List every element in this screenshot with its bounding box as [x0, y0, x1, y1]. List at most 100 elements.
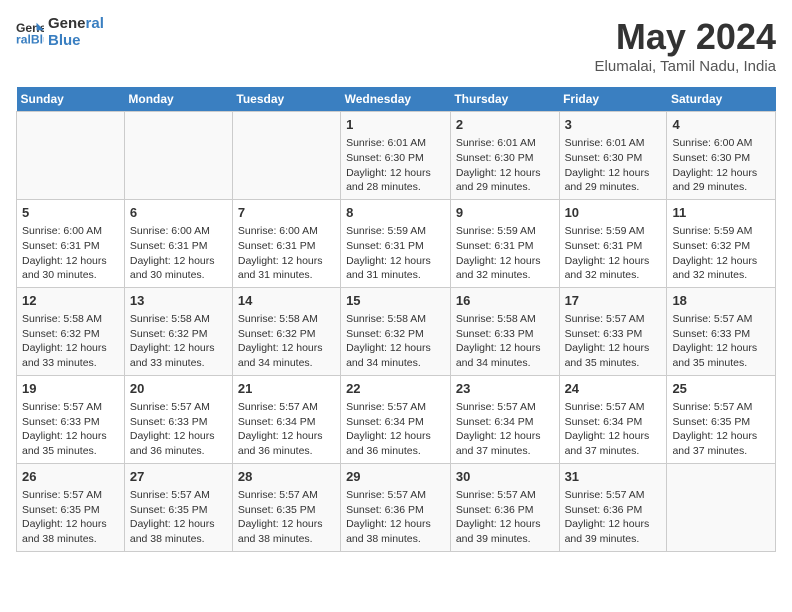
cell-content: Sunset: 6:34 PM	[456, 415, 554, 430]
logo: Gene ral Blue General Blue	[16, 16, 104, 49]
cell-content: and 34 minutes.	[346, 356, 445, 371]
day-number: 11	[672, 204, 770, 222]
cell-content: Sunset: 6:31 PM	[456, 239, 554, 254]
header-cell-saturday: Saturday	[667, 87, 776, 112]
day-number: 31	[565, 468, 662, 486]
cell-content: Sunset: 6:35 PM	[22, 503, 119, 518]
calendar-cell: 12Sunrise: 5:58 AMSunset: 6:32 PMDayligh…	[17, 287, 125, 375]
header-cell-friday: Friday	[559, 87, 667, 112]
cell-content: Sunrise: 6:01 AM	[346, 136, 445, 151]
calendar-table: SundayMondayTuesdayWednesdayThursdayFrid…	[16, 87, 776, 552]
cell-content: Daylight: 12 hours	[456, 429, 554, 444]
cell-content: Sunrise: 5:57 AM	[346, 488, 445, 503]
cell-content: Sunrise: 5:57 AM	[238, 400, 335, 415]
cell-content: Daylight: 12 hours	[238, 517, 335, 532]
cell-content: and 35 minutes.	[672, 356, 770, 371]
cell-content: and 32 minutes.	[565, 268, 662, 283]
calendar-cell: 15Sunrise: 5:58 AMSunset: 6:32 PMDayligh…	[341, 287, 451, 375]
calendar-cell	[17, 112, 125, 200]
cell-content: and 30 minutes.	[130, 268, 227, 283]
cell-content: Sunset: 6:30 PM	[565, 151, 662, 166]
cell-content: Sunrise: 5:59 AM	[672, 224, 770, 239]
day-number: 25	[672, 380, 770, 398]
week-row-4: 19Sunrise: 5:57 AMSunset: 6:33 PMDayligh…	[17, 375, 776, 463]
calendar-cell: 8Sunrise: 5:59 AMSunset: 6:31 PMDaylight…	[341, 199, 451, 287]
cell-content: Sunrise: 5:59 AM	[565, 224, 662, 239]
logo-subtext: Blue	[48, 33, 104, 50]
cell-content: Sunrise: 5:58 AM	[456, 312, 554, 327]
cell-content: Sunset: 6:31 PM	[130, 239, 227, 254]
cell-content: Sunset: 6:32 PM	[130, 327, 227, 342]
cell-content: Daylight: 12 hours	[672, 341, 770, 356]
calendar-cell: 26Sunrise: 5:57 AMSunset: 6:35 PMDayligh…	[17, 463, 125, 551]
day-number: 20	[130, 380, 227, 398]
cell-content: Sunset: 6:31 PM	[238, 239, 335, 254]
cell-content: and 38 minutes.	[346, 532, 445, 547]
header-cell-monday: Monday	[124, 87, 232, 112]
calendar-cell: 16Sunrise: 5:58 AMSunset: 6:33 PMDayligh…	[450, 287, 559, 375]
cell-content: Sunset: 6:32 PM	[672, 239, 770, 254]
day-number: 15	[346, 292, 445, 310]
cell-content: Sunset: 6:31 PM	[22, 239, 119, 254]
day-number: 8	[346, 204, 445, 222]
cell-content: Sunrise: 6:01 AM	[565, 136, 662, 151]
cell-content: Sunrise: 5:57 AM	[672, 312, 770, 327]
calendar-cell: 21Sunrise: 5:57 AMSunset: 6:34 PMDayligh…	[232, 375, 340, 463]
cell-content: Sunrise: 5:57 AM	[238, 488, 335, 503]
cell-content: Sunrise: 5:57 AM	[456, 488, 554, 503]
cell-content: and 28 minutes.	[346, 180, 445, 195]
cell-content: and 33 minutes.	[130, 356, 227, 371]
cell-content: Sunrise: 6:00 AM	[130, 224, 227, 239]
cell-content: Daylight: 12 hours	[238, 429, 335, 444]
cell-content: Sunrise: 5:58 AM	[346, 312, 445, 327]
calendar-cell: 13Sunrise: 5:58 AMSunset: 6:32 PMDayligh…	[124, 287, 232, 375]
cell-content: Daylight: 12 hours	[346, 254, 445, 269]
calendar-cell: 9Sunrise: 5:59 AMSunset: 6:31 PMDaylight…	[450, 199, 559, 287]
day-number: 28	[238, 468, 335, 486]
calendar-cell: 24Sunrise: 5:57 AMSunset: 6:34 PMDayligh…	[559, 375, 667, 463]
cell-content: Sunrise: 5:57 AM	[346, 400, 445, 415]
cell-content: Sunset: 6:33 PM	[22, 415, 119, 430]
cell-content: and 35 minutes.	[565, 356, 662, 371]
cell-content: Sunset: 6:31 PM	[565, 239, 662, 254]
page-header: Gene ral Blue General Blue May 2024 Elum…	[16, 16, 776, 75]
calendar-cell: 17Sunrise: 5:57 AMSunset: 6:33 PMDayligh…	[559, 287, 667, 375]
cell-content: Daylight: 12 hours	[456, 254, 554, 269]
cell-content: Sunrise: 5:58 AM	[130, 312, 227, 327]
day-number: 17	[565, 292, 662, 310]
cell-content: Sunrise: 5:59 AM	[456, 224, 554, 239]
cell-content: and 34 minutes.	[456, 356, 554, 371]
cell-content: Daylight: 12 hours	[22, 341, 119, 356]
calendar-cell	[124, 112, 232, 200]
cell-content: Daylight: 12 hours	[130, 429, 227, 444]
cell-content: Sunset: 6:34 PM	[346, 415, 445, 430]
cell-content: Daylight: 12 hours	[672, 166, 770, 181]
cell-content: Daylight: 12 hours	[22, 517, 119, 532]
calendar-cell: 22Sunrise: 5:57 AMSunset: 6:34 PMDayligh…	[341, 375, 451, 463]
calendar-cell: 2Sunrise: 6:01 AMSunset: 6:30 PMDaylight…	[450, 112, 559, 200]
title-block: May 2024 Elumalai, Tamil Nadu, India	[595, 16, 776, 75]
logo-icon: Gene ral Blue	[16, 19, 44, 47]
cell-content: Daylight: 12 hours	[238, 254, 335, 269]
cell-content: Daylight: 12 hours	[346, 517, 445, 532]
cell-content: and 34 minutes.	[238, 356, 335, 371]
day-number: 3	[565, 116, 662, 134]
cell-content: Sunrise: 5:57 AM	[565, 400, 662, 415]
calendar-cell: 14Sunrise: 5:58 AMSunset: 6:32 PMDayligh…	[232, 287, 340, 375]
cell-content: and 37 minutes.	[672, 444, 770, 459]
cell-content: Daylight: 12 hours	[456, 341, 554, 356]
calendar-cell: 7Sunrise: 6:00 AMSunset: 6:31 PMDaylight…	[232, 199, 340, 287]
svg-text:ral: ral	[16, 32, 31, 46]
cell-content: Daylight: 12 hours	[565, 166, 662, 181]
calendar-cell: 31Sunrise: 5:57 AMSunset: 6:36 PMDayligh…	[559, 463, 667, 551]
day-number: 16	[456, 292, 554, 310]
cell-content: Sunrise: 5:58 AM	[238, 312, 335, 327]
cell-content: Daylight: 12 hours	[565, 429, 662, 444]
day-number: 12	[22, 292, 119, 310]
cell-content: Daylight: 12 hours	[130, 517, 227, 532]
calendar-cell: 19Sunrise: 5:57 AMSunset: 6:33 PMDayligh…	[17, 375, 125, 463]
cell-content: Daylight: 12 hours	[238, 341, 335, 356]
calendar-cell: 25Sunrise: 5:57 AMSunset: 6:35 PMDayligh…	[667, 375, 776, 463]
header-cell-thursday: Thursday	[450, 87, 559, 112]
cell-content: Sunrise: 5:57 AM	[22, 400, 119, 415]
